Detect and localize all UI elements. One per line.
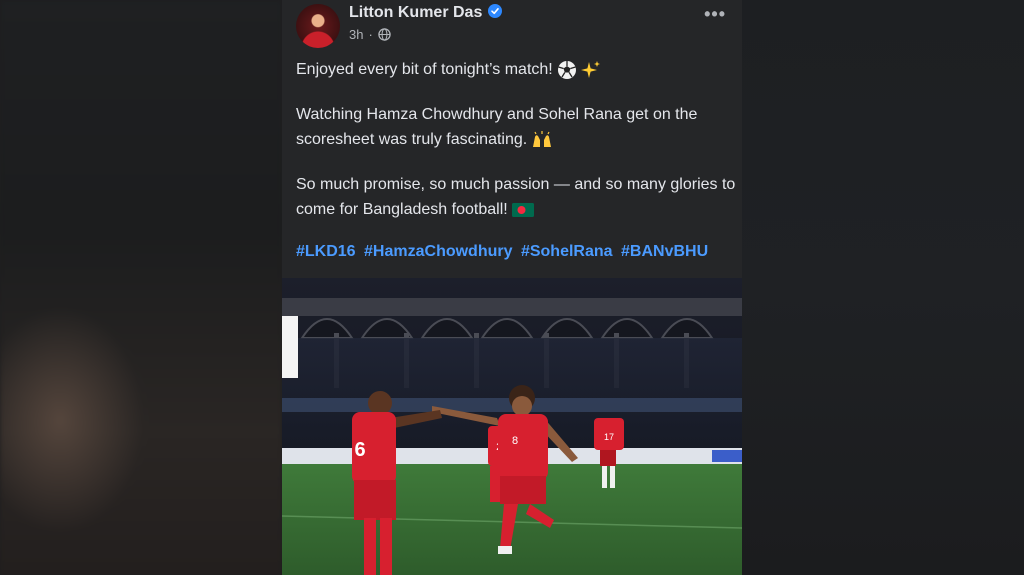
post-timestamp[interactable]: 3h [349,27,363,42]
player-number: 8 [512,435,518,447]
post-header: Litton Kumer Das 3h · ••• [296,2,736,48]
verified-badge-icon [488,4,503,18]
post-paragraph-3: So much promise, so much passion — and s… [296,172,736,222]
more-options-button[interactable]: ••• [704,4,726,25]
hashtag-link[interactable]: #BANvBHU [621,243,708,260]
blurred-background-right [742,0,1024,575]
hashtag-link[interactable]: #LKD16 [296,243,356,260]
hashtags: #LKD16 #HamzaChowdhury #SohelRana #BANvB… [296,243,712,261]
bangladesh-flag-emoji [511,202,534,217]
hashtag-link[interactable]: #HamzaChowdhury [364,243,512,260]
sparkles-emoji [580,60,600,78]
player-number: 6 [354,439,365,461]
blurred-background-left [0,0,282,575]
post-paragraph-2: Watching Hamza Chowdhury and Sohel Rana … [296,102,736,152]
facebook-post: Litton Kumer Das 3h · ••• Enjoyed every … [282,0,742,575]
meta-separator: · [368,27,373,42]
raised-hands-emoji [533,130,552,147]
match-photo-illustration: 17 2 8 [282,278,742,575]
post-body: Enjoyed every bit of tonight’s match! Wa… [296,57,736,242]
paragraph-1-text: Enjoyed every bit of tonight’s match! [296,61,553,78]
globe-icon[interactable] [378,28,391,41]
post-photo[interactable]: 17 2 8 [282,278,742,575]
author-name-text[interactable]: Litton Kumer Das [349,4,482,21]
post-meta: 3h · [349,27,391,42]
author-name[interactable]: Litton Kumer Das [349,4,503,22]
paragraph-2-text: Watching Hamza Chowdhury and Sohel Rana … [296,106,698,148]
soccer-ball-emoji [557,60,576,79]
post-paragraph-1: Enjoyed every bit of tonight’s match! [296,57,736,82]
player-number: 17 [604,432,614,442]
avatar[interactable] [296,4,340,48]
hashtag-link[interactable]: #SohelRana [521,243,613,260]
